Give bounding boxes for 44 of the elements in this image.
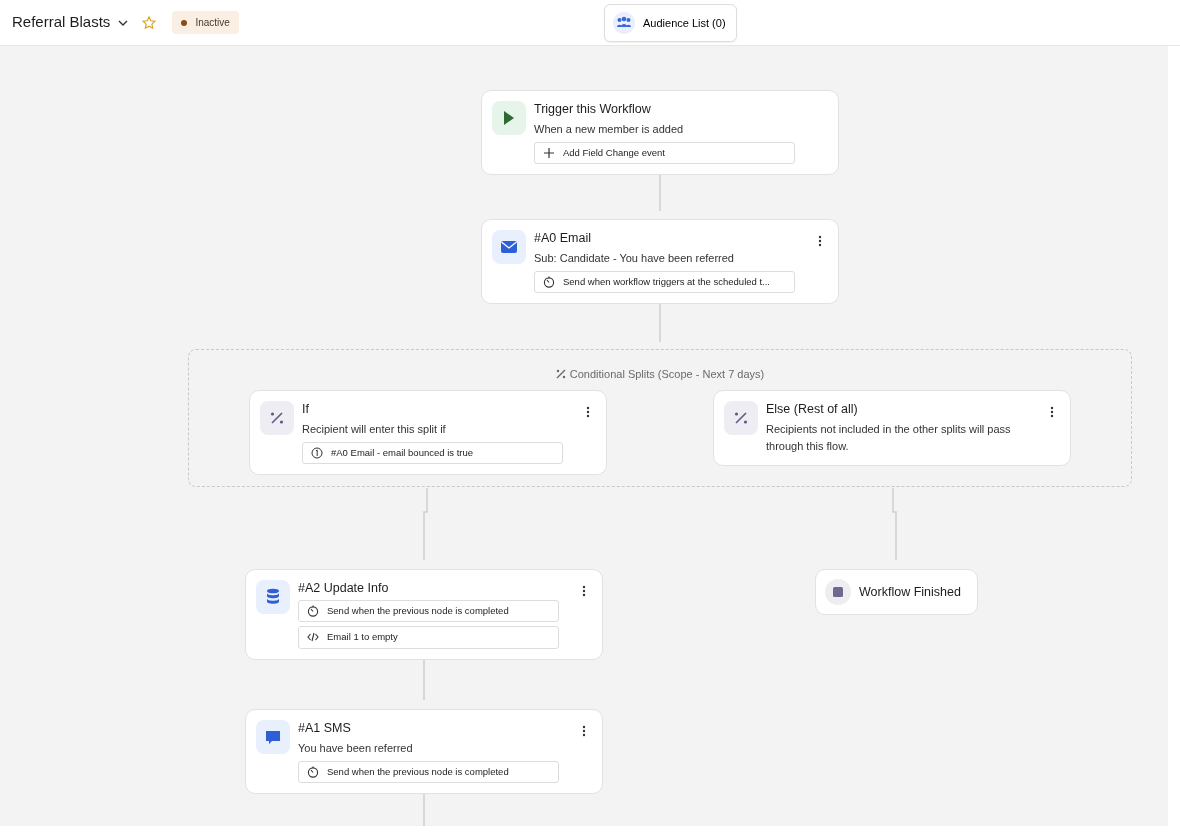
chat-bubble-icon <box>256 720 290 754</box>
node-subtitle: Recipients not included in the other splits will pass through this flow. <box>766 422 1012 454</box>
node-condition-chip[interactable]: Send when the previous node is completed <box>298 761 559 784</box>
more-options-icon[interactable] <box>818 235 822 247</box>
plus-icon <box>543 147 555 160</box>
timer-icon <box>307 605 319 618</box>
status-badge: Inactive <box>172 11 239 34</box>
chevron-down-icon[interactable] <box>118 19 129 26</box>
code-icon <box>307 631 319 644</box>
envelope-icon <box>492 230 526 264</box>
people-icon <box>613 12 635 34</box>
node-condition-chip[interactable]: Add Field Change event <box>534 142 795 165</box>
more-options-icon[interactable] <box>582 725 586 737</box>
star-icon[interactable] <box>142 15 157 30</box>
node-subtitle: Recipient will enter this split if <box>302 422 447 437</box>
node-condition-chip[interactable]: Send when workflow triggers at the scheduled t... <box>534 271 795 294</box>
node-title: #A1 SMS <box>298 720 352 736</box>
node-condition-chip[interactable]: Email 1 to empty <box>298 626 559 649</box>
number-one-icon <box>311 447 323 460</box>
more-options-icon[interactable] <box>586 406 590 418</box>
node-title: Trigger this Workflow <box>534 101 652 117</box>
node-title: #A0 Email <box>534 230 592 246</box>
stop-icon <box>825 579 851 605</box>
node-subtitle: Sub: Candidate - You have been referred <box>534 251 735 266</box>
percent-icon <box>555 369 566 380</box>
play-icon <box>492 101 526 135</box>
node-title: If <box>302 401 310 417</box>
percent-icon <box>260 401 294 435</box>
node-condition-chip[interactable]: Send when the previous node is completed <box>298 600 559 623</box>
node-title: #A2 Update Info <box>298 580 390 596</box>
node-condition-chip[interactable]: #A0 Email - email bounced is true <box>302 442 563 465</box>
audience-list-button[interactable]: Audience List (0) <box>604 4 737 42</box>
percent-icon <box>724 401 758 435</box>
node-title: Workflow Finished <box>859 584 961 600</box>
node-subtitle: You have been referred <box>298 741 414 756</box>
database-icon <box>256 580 290 614</box>
workflow-title: Referral Blasts <box>12 12 111 33</box>
timer-icon <box>543 276 555 289</box>
node-subtitle: When a new member is added <box>534 122 685 137</box>
more-options-icon[interactable] <box>582 585 586 597</box>
split-group-title: Conditional Splits (Scope - Next 7 days) <box>569 367 765 382</box>
timer-icon <box>307 766 319 779</box>
node-title: Else (Rest of all) <box>766 401 859 417</box>
more-options-icon[interactable] <box>1050 406 1054 418</box>
